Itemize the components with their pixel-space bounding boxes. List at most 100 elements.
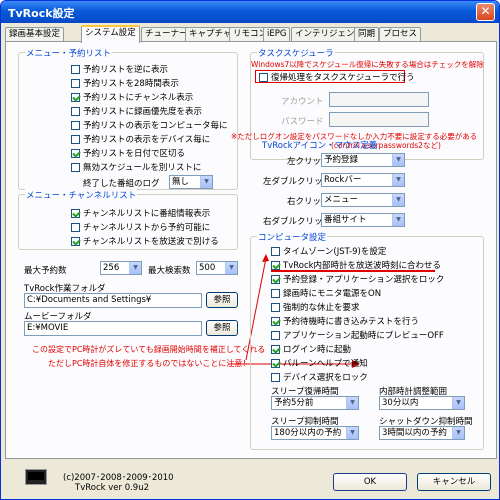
checkbox[interactable] — [271, 302, 280, 312]
account-label: アカウント — [281, 97, 324, 107]
tab-process[interactable]: プロセス — [379, 27, 422, 42]
option-monitor-on[interactable]: 録画時にモニタ電源をON — [271, 287, 381, 299]
version-text: TvRock ver 0.9u2 — [75, 483, 150, 493]
option-resume-via-task-scheduler[interactable]: 復帰処理をタスクスケジューラで行う — [259, 71, 415, 83]
window-title: TvRock設定 — [8, 7, 75, 20]
left-double-click-select[interactable]: Rockバー ▼ — [321, 173, 405, 187]
checkbox[interactable] — [71, 64, 80, 74]
work-folder-browse-button[interactable]: 参照 — [206, 292, 238, 308]
checkbox[interactable] — [71, 236, 80, 246]
menu-channel-title: メニュー・チャンネルリスト — [25, 189, 138, 201]
account-input[interactable] — [329, 92, 429, 107]
tvrock-icon-title: TvRockアイコン・マウス定義 — [262, 141, 378, 151]
end-log-label: 終了した番組のログ — [83, 179, 160, 189]
password-label: パスワード — [281, 117, 324, 127]
option-start-on-login[interactable]: ログイン時に起動 — [271, 343, 351, 355]
ok-button[interactable]: OK — [333, 473, 407, 491]
checkbox[interactable] — [271, 372, 280, 382]
checkbox[interactable] — [71, 208, 80, 218]
sleep-return-select[interactable]: 予約5分前 ▼ — [271, 396, 359, 410]
checkbox[interactable] — [71, 148, 80, 158]
option-show-channel[interactable]: 予約リストにチャンネル表示 — [71, 91, 193, 103]
checkbox[interactable] — [71, 162, 80, 172]
checkbox[interactable] — [271, 330, 280, 340]
cancel-button[interactable]: キャンセル — [417, 473, 491, 491]
clock-adjust-select[interactable]: 30分以内 ▼ — [379, 396, 465, 410]
max-reserve-select[interactable]: 256 ▼ — [100, 261, 142, 275]
right-double-click-select[interactable]: 番組サイト ▼ — [321, 213, 405, 227]
checkbox[interactable] — [259, 72, 268, 82]
option-per-device[interactable]: 予約リストの表示をデバイス毎に — [71, 133, 210, 145]
option-lock-device[interactable]: デバイス選択をロック — [271, 371, 368, 383]
chevron-down-icon: ▼ — [129, 262, 141, 274]
option-reverse-list[interactable]: 予約リストを逆に表示 — [71, 63, 168, 75]
settings-window: TvRock設定 ✕ 録画基本設定 システム設定 チューナー キャプチャ リモコ… — [0, 0, 500, 500]
title-bar[interactable]: TvRock設定 ✕ — [1, 1, 499, 23]
tab-recording-basic[interactable]: 録画基本設定 — [5, 27, 65, 42]
task-scheduler-title: タスクスケジューラ — [257, 47, 335, 59]
note-clock-correction: この設定でPC時計がズレていても録画開始時間を補正してくれる — [32, 345, 266, 354]
checkbox[interactable] — [271, 274, 280, 284]
task-scheduler-note: Windows7以降でスケジュール復帰に失敗する場合はチェックを解除 — [251, 60, 484, 69]
max-reserve-label: 最大予約数 — [24, 266, 67, 276]
chevron-down-icon: ▼ — [392, 154, 404, 166]
menu-reservation-group: メニュー・予約リスト 予約リストを逆に表示 予約リストを28時間表示 予約リスト… — [18, 47, 238, 190]
movie-folder-browse-button[interactable]: 参照 — [206, 320, 238, 336]
option-channel-reservable[interactable]: チャンネルリストから予約可能に — [71, 221, 210, 233]
checkbox[interactable] — [71, 120, 80, 130]
option-show-priority[interactable]: 予約リストに録画優先度を表示 — [71, 105, 202, 117]
checkbox[interactable] — [71, 78, 80, 88]
sleep-suppress-select[interactable]: 180分以内の予約 ▼ — [271, 426, 359, 440]
password-input[interactable] — [329, 112, 429, 127]
option-force-hibernate[interactable]: 強制的な休止を要求 — [271, 301, 360, 313]
system-settings-panel: メニュー・予約リスト 予約リストを逆に表示 予約リストを28時間表示 予約リスト… — [5, 41, 497, 459]
option-disabled-separate[interactable]: 無効スケジュールを別リストに — [71, 161, 201, 173]
checkbox[interactable] — [71, 222, 80, 232]
max-search-label: 最大検索数 — [148, 266, 191, 276]
highlight-underline — [271, 270, 435, 272]
movie-folder-input[interactable]: E:¥MOVIE — [24, 321, 202, 336]
checkbox[interactable] — [71, 92, 80, 102]
tab-capture[interactable]: キャプチャ — [185, 27, 236, 42]
checkbox[interactable] — [71, 134, 80, 144]
tab-sync[interactable]: 同期 — [354, 27, 380, 42]
tab-system[interactable]: システム設定 — [81, 25, 140, 43]
max-search-select[interactable]: 500 ▼ — [196, 261, 238, 275]
checkbox[interactable] — [271, 288, 280, 298]
tab-iepg[interactable]: iEPG — [263, 27, 291, 42]
work-folder-input[interactable]: C:¥Documents and Settings¥ — [24, 293, 202, 308]
checkbox[interactable] — [271, 260, 280, 270]
checkbox[interactable] — [271, 246, 280, 256]
chevron-down-icon: ▼ — [392, 214, 404, 226]
checkbox[interactable] — [271, 358, 280, 368]
option-split-by-date[interactable]: 予約リストを日付で区切る — [71, 147, 185, 159]
menu-channel-group: メニュー・チャンネルリスト チャンネルリストに番組情報表示 チャンネルリストから… — [18, 189, 238, 250]
right-click-select[interactable]: メニュー ▼ — [321, 193, 405, 207]
close-button[interactable]: ✕ — [476, 3, 495, 21]
chevron-down-icon: ▼ — [200, 176, 212, 188]
left-click-select[interactable]: 予約登録 ▼ — [321, 153, 405, 167]
tab-tuner[interactable]: チューナー — [141, 27, 192, 42]
option-write-test[interactable]: 予約待機時に書き込みテストを行う — [271, 315, 419, 327]
checkbox[interactable] — [71, 106, 80, 116]
option-balloon-help[interactable]: バルーンヘルプで通知 — [271, 357, 368, 369]
option-channel-program-info[interactable]: チャンネルリストに番組情報表示 — [71, 207, 210, 219]
option-channel-by-broadcast[interactable]: チャンネルリストを放送波で別ける — [71, 235, 219, 247]
option-lock-app-selection[interactable]: 予約登録・アプリケーション選択をロック — [271, 273, 444, 285]
chevron-down-icon: ▼ — [452, 397, 464, 409]
chevron-down-icon: ▼ — [392, 194, 404, 206]
option-preview-off[interactable]: アプリケーション起動時にプレビューOFF — [271, 329, 444, 341]
option-28h-list[interactable]: 予約リストを28時間表示 — [71, 77, 179, 89]
shutdown-suppress-select[interactable]: 3時間以内の予約 ▼ — [379, 426, 465, 440]
option-per-computer[interactable]: 予約リストの表示をコンピュータ毎に — [71, 119, 228, 131]
option-timezone[interactable]: タイムゾーン(JST-9)を設定 — [271, 245, 386, 257]
app-logo-icon — [25, 469, 47, 485]
checkbox[interactable] — [271, 344, 280, 354]
chevron-down-icon: ▼ — [346, 427, 358, 439]
computer-settings-group: コンピュータ設定 タイムゾーン(JST-9)を設定 TvRock内部時計を放送波… — [250, 231, 484, 450]
chevron-down-icon: ▼ — [392, 174, 404, 186]
chevron-down-icon: ▼ — [452, 427, 464, 439]
end-log-select[interactable]: 無し ▼ — [169, 175, 213, 189]
computer-settings-title: コンピュータ設定 — [257, 231, 328, 243]
checkbox[interactable] — [271, 316, 280, 326]
